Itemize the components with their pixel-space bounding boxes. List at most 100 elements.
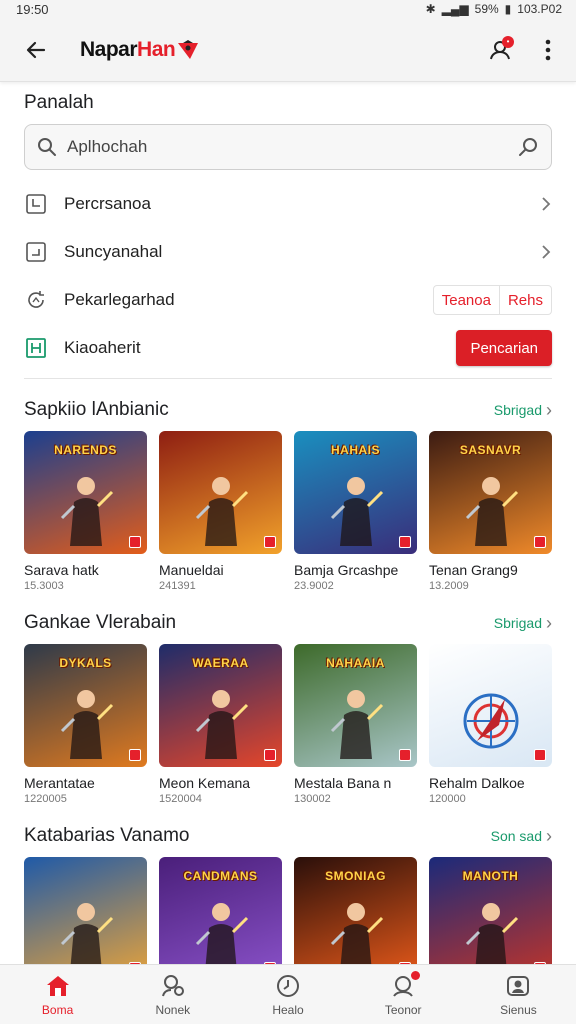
game-art-logo: SASNAVR — [459, 443, 522, 457]
hero-figure-icon — [330, 903, 383, 972]
game-card[interactable]: CANDMANS — [159, 857, 282, 980]
notifications-button[interactable]: • — [480, 30, 520, 70]
back-button[interactable] — [20, 34, 52, 66]
menu-item-pekarlegarhad[interactable]: Pekarlegarhad Teanoa Rehs — [0, 276, 576, 324]
battery-icon: ▮ — [504, 2, 512, 16]
see-all-link[interactable]: Sbrigad › — [494, 400, 552, 421]
chevron-right-icon: › — [546, 612, 552, 633]
category-section: Gankae Vlerabain Sbrigad › DYKALS Merantatae… — [0, 606, 576, 805]
game-art-logo: WAERAA — [192, 656, 249, 670]
battery-percent: 59% — [474, 2, 499, 16]
game-title: Bamja Grcashpe — [294, 562, 399, 578]
game-badge-icon — [399, 749, 411, 761]
profile-icon — [507, 975, 530, 996]
game-title: Meon Kemana — [159, 775, 251, 791]
game-card[interactable]: SASNAVR Tenan Grang9 13.2009 — [429, 431, 552, 592]
search-bar[interactable] — [24, 124, 552, 170]
page-section-label: Panalah — [24, 92, 94, 113]
brand-emblem-icon — [178, 39, 199, 59]
chip-teanoa[interactable]: Teanoa — [432, 285, 500, 315]
game-art-logo: DYKALS — [59, 656, 112, 670]
nav-item-teonor[interactable]: Teonor — [346, 965, 461, 1024]
arrow-left-icon — [26, 41, 46, 58]
see-all-link[interactable]: Sbrigad › — [494, 613, 552, 634]
notification-badge: • — [502, 35, 514, 48]
status-bar: 19:50 ✱ ▂▄▆ 59% ▮ 103.P02 — [0, 0, 576, 18]
menu-item-label: Kiaoaherit — [64, 338, 141, 357]
nav-label: Teonor — [384, 1002, 422, 1017]
game-thumbnail: WAERAA — [159, 644, 282, 767]
nav-item-healo[interactable]: Healo — [230, 965, 345, 1024]
nav-label: Healo — [272, 1002, 304, 1017]
game-art-logo: MANOTH — [462, 869, 519, 883]
see-all-label: Sbrigad — [493, 615, 542, 631]
game-stat: 23.9002 — [294, 580, 334, 592]
status-icons: ✱ ▂▄▆ 59% ▮ 103.P02 — [426, 2, 562, 16]
chevron-right-icon — [542, 245, 551, 259]
nav-item-sienus[interactable]: Sienus — [461, 965, 576, 1024]
game-card[interactable]: Manueldai 241391 — [159, 431, 282, 592]
game-badge-icon — [264, 749, 276, 761]
menu-item-label: Pekarlegarhad — [64, 290, 175, 309]
menu-item-kiaoaherit[interactable]: Kiaoaherit Pencarian — [0, 324, 576, 372]
nav-label: Boma — [41, 1002, 74, 1017]
hero-figure-icon — [195, 690, 248, 759]
pencarian-button[interactable]: Pencarian — [456, 330, 552, 366]
see-all-link[interactable]: Son sad › — [491, 826, 552, 847]
category-header: Sapkiio lAnbianic Sbrigad › — [0, 393, 576, 427]
chevron-right-icon — [542, 197, 551, 211]
game-card[interactable]: Rehalm Dalkoe 120000 — [429, 644, 552, 805]
hero-figure-icon — [60, 477, 113, 546]
game-stat: 15.3003 — [24, 580, 64, 592]
hero-figure-icon — [330, 690, 383, 759]
nav-item-nonek[interactable]: Nonek — [115, 965, 230, 1024]
game-title: Tenan Grang9 — [429, 562, 518, 578]
game-card[interactable]: SMONIAG — [294, 857, 417, 980]
compass-icon — [277, 974, 299, 997]
category-section: Katabarias Vanamo Son sad › CANDMANS SMONIAG… — [0, 819, 576, 980]
chip-rehs[interactable]: Rehs — [499, 285, 552, 315]
game-card-row: DYKALS Merantatae 1220005 WAERAA Meon Kemana… — [0, 644, 576, 805]
game-badge-icon — [399, 536, 411, 548]
category-title: Katabarias Vanamo — [24, 825, 190, 846]
game-card[interactable]: NAHAAIA Mestala Bana n 130002 — [294, 644, 417, 805]
search-action-icon[interactable] — [517, 136, 539, 158]
game-card[interactable] — [24, 857, 147, 980]
app-icon — [24, 336, 48, 360]
game-card[interactable]: NARENDS Sarava hatk 15.3003 — [24, 431, 147, 592]
game-stat: 1220005 — [24, 793, 67, 805]
game-card[interactable]: WAERAA Meon Kemana 1520004 — [159, 644, 282, 805]
game-badge-icon — [534, 536, 546, 548]
bottom-navigation: Boma Nonek Healo Teonor Sienus — [0, 964, 576, 1024]
nav-item-boma[interactable]: Boma — [0, 965, 115, 1024]
signal-icon: ▂▄▆ — [441, 2, 469, 16]
game-card[interactable]: HAHAIS Bamja Grcashpe 23.9002 — [294, 431, 417, 592]
menu-item-label: Percrsanoa — [64, 194, 151, 213]
see-all-label: Son sad — [490, 828, 542, 844]
category-sections: Sapkiio lAnbianic Sbrigad › NARENDS Sarava h… — [0, 393, 576, 980]
game-thumbnail: NAHAAIA — [294, 644, 417, 767]
search-input[interactable] — [67, 137, 517, 157]
menu-item-percrsanoa[interactable]: Percrsanoa — [0, 180, 576, 228]
app-bar: Napar Han • — [0, 18, 576, 82]
chevron-right-icon: › — [546, 399, 552, 420]
hero-figure-icon — [465, 903, 518, 972]
game-thumbnail: MANOTH — [429, 857, 552, 980]
game-title: Sarava hatk — [24, 562, 99, 578]
more-vert-icon — [545, 39, 551, 60]
game-thumbnail: NARENDS — [24, 431, 147, 554]
search-icon — [38, 138, 56, 156]
game-card[interactable]: MANOTH — [429, 857, 552, 980]
category-title: Sapkiio lAnbianic — [24, 399, 169, 420]
brand-text-red: Han — [137, 37, 176, 61]
game-stat: 1520004 — [159, 793, 202, 805]
game-stat: 130002 — [294, 793, 331, 805]
bluetooth-icon: ✱ — [425, 2, 436, 16]
home-icon — [46, 975, 69, 996]
note-icon — [24, 240, 48, 264]
game-card[interactable]: DYKALS Merantatae 1220005 — [24, 644, 147, 805]
more-options-button[interactable] — [536, 30, 560, 70]
game-art-logo: HAHAIS — [330, 443, 380, 457]
menu-item-suncyanahal[interactable]: Suncyanahal — [0, 228, 576, 276]
library-icon — [24, 192, 48, 216]
